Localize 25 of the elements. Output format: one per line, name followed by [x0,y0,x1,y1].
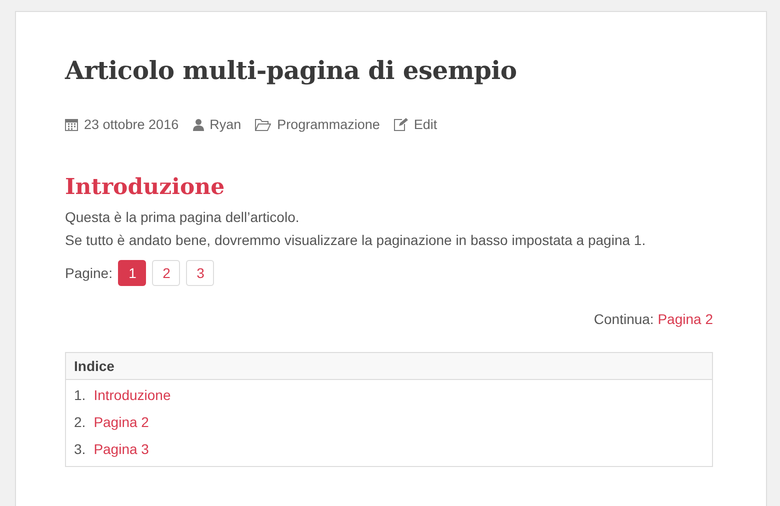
category-link[interactable]: Programmazione [255,117,380,132]
paragraph: Questa è la prima pagina dell’articolo. [65,208,300,227]
paragraph: Se tutto è andato bene, dovremmo visualizzare la paginazione in basso impostata a pagina 1. [65,231,647,250]
section-heading: Introduzione [65,174,226,200]
page-button[interactable]: 2 [152,260,180,286]
edit-link[interactable]: Edit [394,117,438,132]
list-number: 3. [74,440,86,459]
page-button[interactable]: 3 [186,260,214,286]
toc-link[interactable]: Introduzione [94,382,171,409]
page-button[interactable]: 1 [118,260,146,286]
list-number: 2. [74,413,86,432]
toc-link[interactable]: Pagina 2 [94,409,149,436]
pencil-icon [394,118,408,131]
toc-header: Indice [66,353,712,380]
user-icon [192,118,204,130]
calendar-icon [65,118,78,131]
article-title: Articolo multi-pagina di esempio [65,56,518,85]
author-link[interactable]: Ryan [192,117,242,132]
next-page-link[interactable]: Pagina 2 [658,311,713,327]
list-number: 1. [74,386,86,405]
toc-link[interactable]: Pagina 3 [94,436,149,463]
folder-icon [255,118,272,130]
continue-label: Continua: [594,311,654,327]
pagination-label: Pagine: [65,265,112,281]
date-link[interactable]: 23 ottobre 2016 [65,117,179,132]
